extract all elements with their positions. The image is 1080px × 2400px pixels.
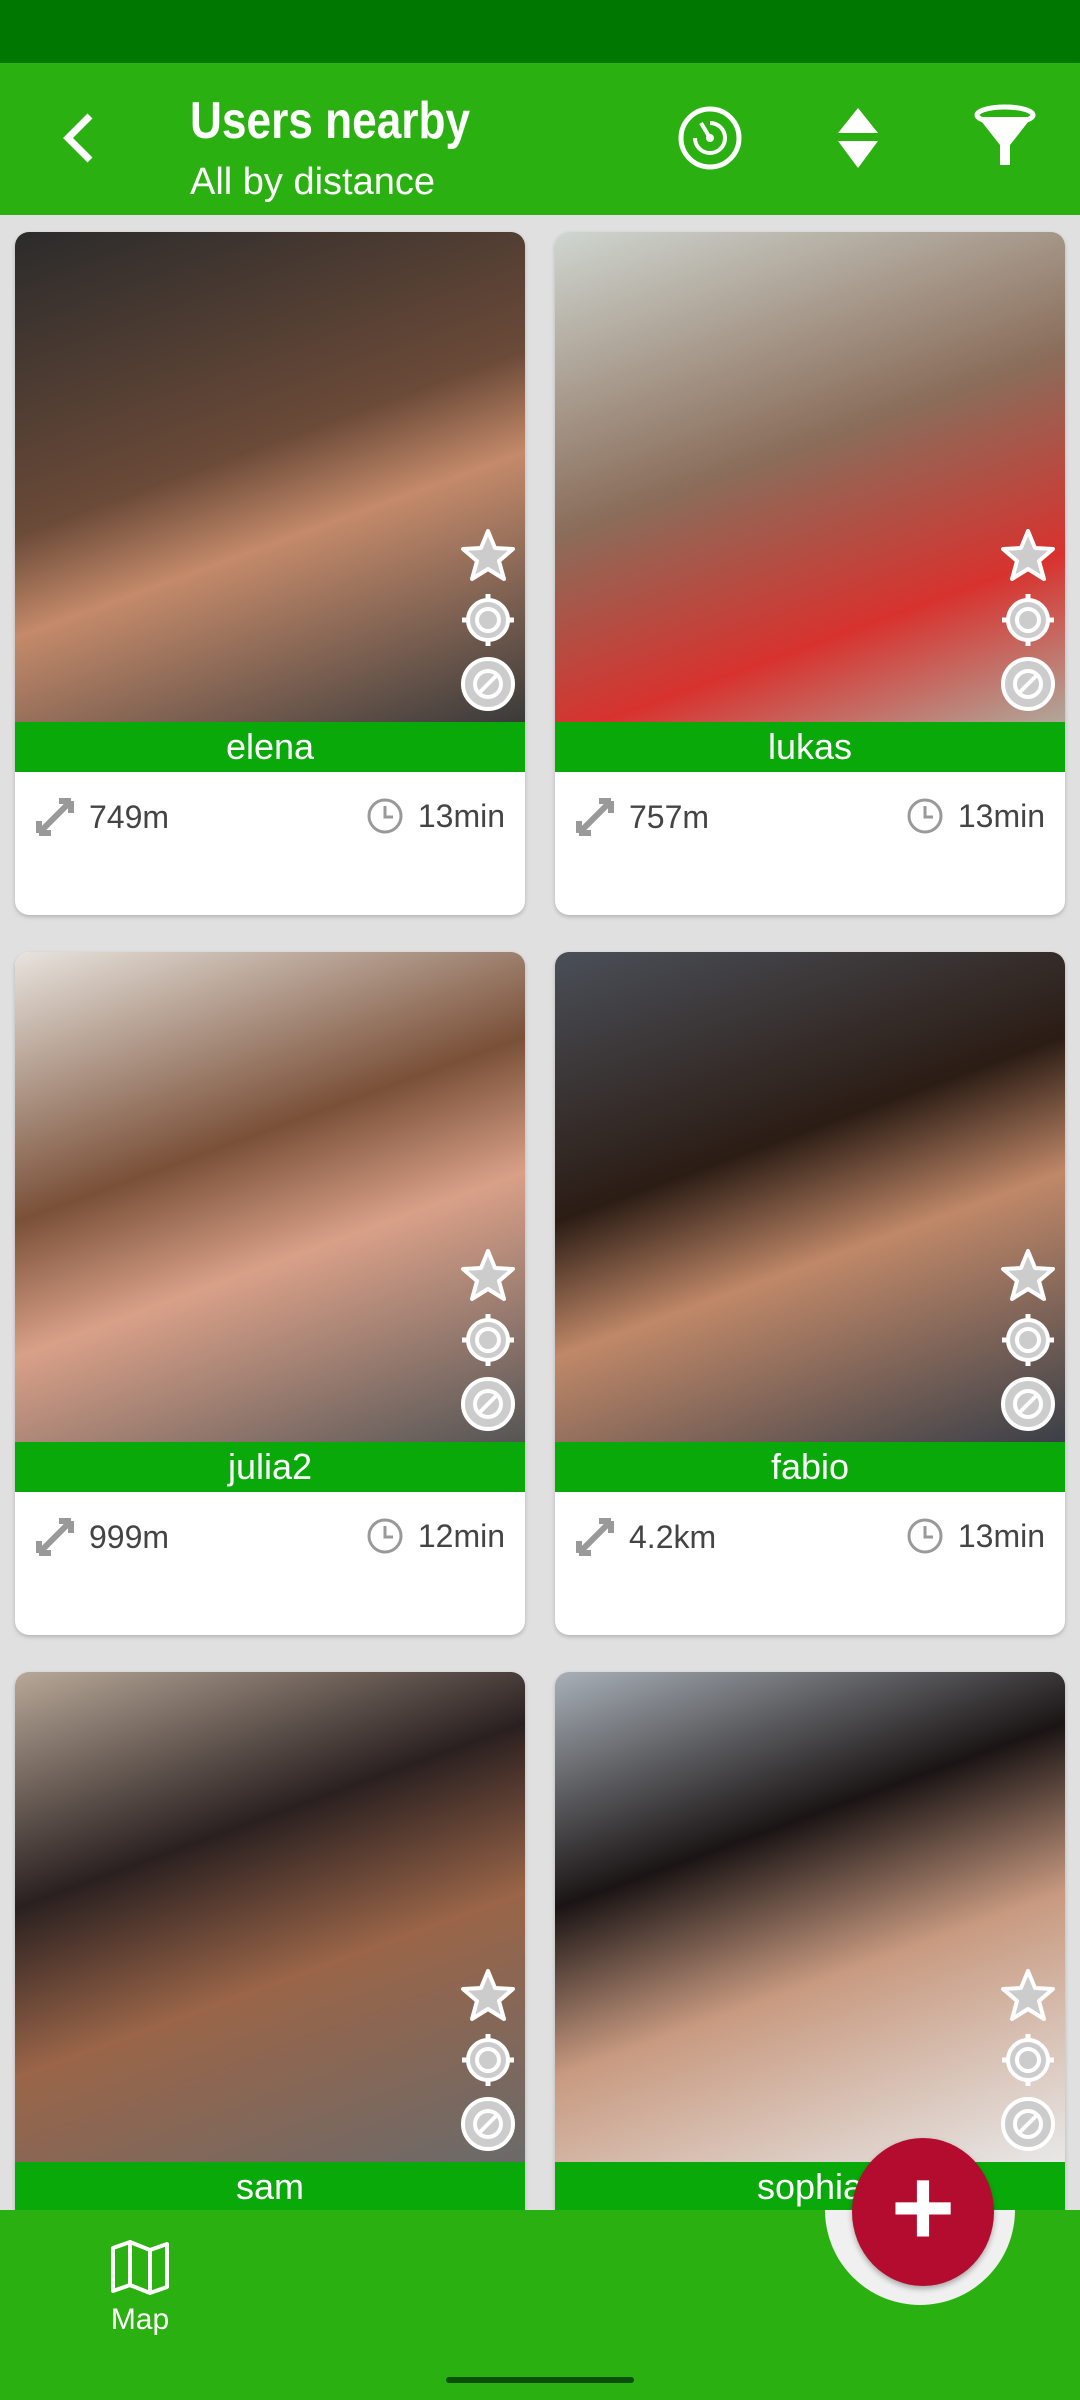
distance-info: 749m [35,797,169,837]
locate-target-icon[interactable] [459,2031,517,2089]
locate-target-icon[interactable] [999,2031,1057,2089]
favorite-star-icon[interactable] [459,1247,517,1305]
time-info: 13min [906,1517,1045,1555]
add-fab-button[interactable]: + [852,2138,994,2286]
time-info: 12min [366,1517,505,1555]
block-icon[interactable] [999,1375,1057,1433]
time-value: 12min [417,1517,505,1554]
user-name: julia2 [15,1442,525,1492]
user-card[interactable]: julia2 999m 12min [15,952,525,1635]
clock-icon [367,798,403,834]
user-card[interactable]: elena 749m 13min [15,232,525,915]
block-icon[interactable] [999,655,1057,713]
nav-map[interactable]: Map [100,2240,180,2337]
page-title: Users nearby [190,92,471,150]
distance-info: 757m [575,797,709,837]
clock-icon [907,1518,943,1554]
locate-target-icon[interactable] [459,591,517,649]
user-name: sam [15,2162,525,2212]
distance-arrows-icon [576,1518,614,1556]
user-name: elena [15,722,525,772]
favorite-star-icon[interactable] [999,1967,1057,2025]
locate-target-icon[interactable] [999,1311,1057,1369]
favorite-star-icon[interactable] [459,527,517,585]
user-photo[interactable] [555,232,1065,722]
nav-map-label: Map [110,2303,170,2336]
distance-value: 4.2km [629,1518,717,1555]
app-header: Users nearby All by distance [0,63,1080,215]
user-name: fabio [555,1442,1065,1492]
user-card[interactable]: fabio 4.2km 13min [555,952,1065,1635]
distance-info: 999m [35,1517,169,1557]
plus-icon: + [890,2146,956,2269]
block-icon[interactable] [459,655,517,713]
favorite-star-icon[interactable] [459,1967,517,2025]
distance-info: 4.2km [575,1517,716,1557]
user-name: lukas [555,722,1065,772]
locate-target-icon[interactable] [459,1311,517,1369]
map-icon [111,2240,169,2295]
radar-icon[interactable] [675,103,745,173]
distance-value: 999m [89,1518,170,1555]
sort-icon[interactable] [823,103,893,173]
gesture-handle [446,2377,634,2383]
user-photo[interactable] [555,952,1065,1442]
clock-icon [907,798,943,834]
distance-arrows-icon [576,798,614,836]
distance-value: 749m [89,798,170,835]
block-icon[interactable] [459,2095,517,2153]
distance-value: 757m [629,798,710,835]
user-photo[interactable] [15,1672,525,2162]
time-value: 13min [957,797,1045,834]
clock-icon [367,1518,403,1554]
time-info: 13min [906,797,1045,835]
favorite-star-icon[interactable] [999,1247,1057,1305]
user-photo[interactable] [555,1672,1065,2162]
back-chevron-icon[interactable] [50,108,110,168]
time-value: 13min [957,1517,1045,1554]
distance-arrows-icon [36,798,74,836]
user-card[interactable]: lukas 757m 13min [555,232,1065,915]
time-info: 13min [366,797,505,835]
favorite-star-icon[interactable] [999,527,1057,585]
distance-arrows-icon [36,1518,74,1556]
block-icon[interactable] [459,1375,517,1433]
time-value: 13min [417,797,505,834]
status-bar [0,0,1080,63]
user-photo[interactable] [15,952,525,1442]
page-subtitle: All by distance [190,161,436,203]
user-photo[interactable] [15,232,525,722]
block-icon[interactable] [999,2095,1057,2153]
filter-icon[interactable] [970,103,1040,173]
locate-target-icon[interactable] [999,591,1057,649]
